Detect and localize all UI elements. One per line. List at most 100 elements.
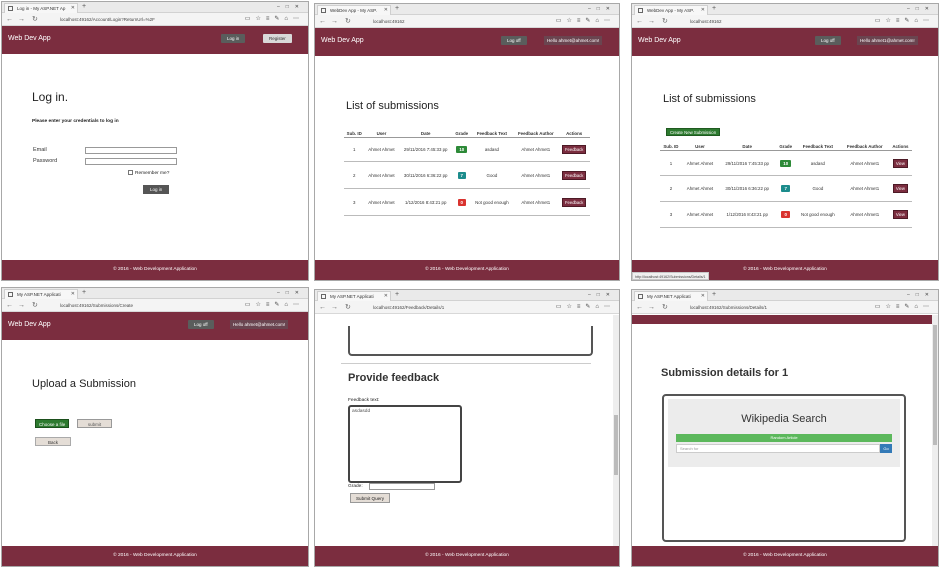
browser-tab[interactable]: My ASP.NET Applicati ✕ [317,291,391,301]
create-submission-button[interactable]: Create New Submission [666,128,721,136]
browser-tools-icons[interactable]: ▭☆≡✎⌂⋯ [245,299,304,312]
browser-tools-icons[interactable]: ▭☆≡✎⌂⋯ [875,301,934,314]
close-tab-icon[interactable]: ✕ [71,4,75,13]
browser-tools-icons[interactable]: ▭☆≡✎⌂⋯ [245,13,304,26]
refresh-icon[interactable]: ↻ [345,301,351,314]
page-subtitle: Please enter your credentials to log in [32,119,119,124]
browser-tab[interactable]: My ASP.NET Applicati ✕ [4,289,78,299]
window-controls[interactable]: –□✕ [277,2,305,12]
wiki-go-button[interactable]: Go [880,444,892,453]
browser-tab[interactable]: WebDev App - My ASP. ✕ [634,5,708,15]
submit-button[interactable]: submit [77,419,112,428]
window-controls[interactable]: –□✕ [907,290,935,300]
scrollbar[interactable] [932,315,938,546]
browser-tab[interactable]: My ASP.NET Applicati ✕ [634,291,708,301]
forward-icon[interactable]: → [331,301,338,314]
feedback-button[interactable]: Feedback [561,145,587,154]
new-tab-icon[interactable]: + [712,290,716,300]
nav-register-button[interactable]: Register [263,34,292,43]
back-button[interactable]: Back [35,437,71,446]
brand-link[interactable]: Web Dev App [638,37,681,44]
view-button[interactable]: View [892,184,908,193]
browser-tools-icons[interactable]: ▭☆≡✎⌂⋯ [875,15,934,28]
url-field[interactable]: localhost:49162/Account/Login?ReturnUrl=… [60,15,190,24]
nav-login-button[interactable]: Log in [221,34,246,43]
random-article-button[interactable]: Random Article [676,434,892,442]
close-tab-icon[interactable]: ✕ [701,6,705,15]
forward-icon[interactable]: → [648,301,655,314]
forward-icon[interactable]: → [18,299,25,312]
remember-me-checkbox[interactable]: Remember me? [128,170,169,176]
col-header: Date [718,143,777,151]
choose-file-button[interactable]: Choose a file [35,419,70,428]
submit-query-button[interactable]: Submit Query [350,493,390,503]
new-tab-icon[interactable]: + [395,4,399,14]
browser-tools-icons[interactable]: ▭☆≡✎⌂⋯ [556,15,615,28]
view-button[interactable]: View [892,158,908,168]
view-button[interactable]: View [892,210,908,219]
checkbox-icon[interactable] [128,170,133,175]
close-tab-icon[interactable]: ✕ [384,6,388,15]
close-tab-icon[interactable]: ✕ [384,292,388,301]
forward-icon[interactable]: → [18,13,25,26]
login-submit-button[interactable]: Log in [143,185,170,194]
email-field[interactable] [85,147,177,154]
browser-tab[interactable]: Log in - My ASP.NET Ap ✕ [4,3,78,13]
back-icon[interactable]: ← [6,13,13,26]
back-icon[interactable]: ← [6,299,13,312]
new-tab-icon[interactable]: + [82,2,86,12]
url-field[interactable]: localhost:49162/Feedback/Details/1 [373,303,503,312]
scrollbar[interactable] [613,315,619,546]
window-controls[interactable]: –□✕ [588,4,616,14]
browser-tools-icons[interactable]: ▭☆≡✎⌂⋯ [556,301,615,314]
url-field[interactable]: localhost:49162 [373,17,503,26]
col-header: Feedback Author [513,130,559,138]
forward-icon[interactable]: → [331,15,338,28]
back-icon[interactable]: ← [636,301,643,314]
brand-link[interactable]: Web Dev App [321,37,364,44]
brand-link[interactable]: Web Dev App [8,35,51,42]
scrollbar-thumb[interactable] [933,325,937,445]
password-field[interactable] [85,158,177,165]
scrollbar-thumb[interactable] [614,415,618,475]
grade-input[interactable] [369,483,435,490]
close-tab-icon[interactable]: ✕ [701,292,705,301]
nav-hello-link[interactable]: Hello ahmet1@ahmet.com! [857,36,918,45]
back-icon[interactable]: ← [636,15,643,28]
brand-link[interactable]: Web Dev App [8,321,51,328]
refresh-icon[interactable]: ↻ [662,15,668,28]
nav-hello-link[interactable]: Hello ahmet@ahmet.com! [230,320,289,329]
submissions-table: Sub. ID User Date Grade Feedback Text Fe… [660,143,912,228]
wiki-search-input[interactable]: Search for [676,444,880,453]
window-controls[interactable]: –□✕ [907,4,935,14]
window-controls[interactable]: –□✕ [277,288,305,298]
url-field[interactable]: localhost:49162/Submissions/Create [60,301,190,310]
refresh-icon[interactable]: ↻ [32,13,38,26]
url-field[interactable]: localhost:49162 [690,17,820,26]
nav-logoff-button[interactable]: Log off [188,320,214,329]
refresh-icon[interactable]: ↻ [32,299,38,312]
refresh-icon[interactable]: ↻ [345,15,351,28]
grade-badge: 0 [781,211,790,218]
nav-hello-link[interactable]: Hello ahmet@ahmet.com! [544,36,603,45]
feedback-textarea[interactable]: asdasdd [348,405,462,483]
nav-logoff-button[interactable]: Log off [501,36,527,45]
feedback-button[interactable]: Feedback [561,170,587,180]
back-icon[interactable]: ← [319,301,326,314]
window-controls[interactable]: –□✕ [588,290,616,300]
url-field[interactable]: localhost:49162/Submissions/Details/1 [690,303,820,312]
nav-logoff-button[interactable]: Log off [815,36,841,45]
cell-actions: View [888,175,912,202]
close-tab-icon[interactable]: ✕ [71,290,75,299]
refresh-icon[interactable]: ↻ [662,301,668,314]
new-tab-icon[interactable]: + [395,290,399,300]
browser-tab[interactable]: WebDev App - My ASP. ✕ [317,5,391,15]
new-tab-icon[interactable]: + [82,288,86,298]
footer: © 2016 - Web Development Application [632,546,938,566]
back-icon[interactable]: ← [319,15,326,28]
feedback-button[interactable]: Feedback [561,197,587,207]
cell-date: 29/11/2016 7:45:33 pp [718,150,777,176]
browser-window-login: Log in - My ASP.NET Ap ✕ + –□✕ ← → ↻ loc… [1,1,309,281]
forward-icon[interactable]: → [648,15,655,28]
new-tab-icon[interactable]: + [712,4,716,14]
